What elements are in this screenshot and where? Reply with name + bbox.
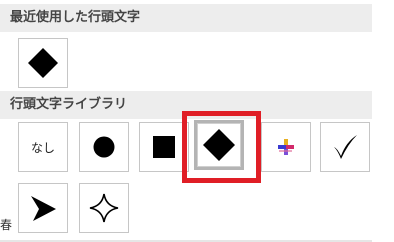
bullet-four-point-star[interactable] [79, 183, 129, 233]
bullet-arrowhead[interactable] [18, 183, 68, 233]
bullet-none-label: なし [30, 140, 55, 155]
bullet-color-cross[interactable] [261, 122, 311, 172]
bullet-check-mark[interactable] [320, 122, 370, 172]
selection-highlight-box [182, 111, 261, 183]
bullet-none[interactable]: なし [18, 122, 68, 172]
black-circle-icon [93, 136, 115, 158]
background-text-fragment: 春 [0, 218, 13, 232]
black-square-icon [153, 136, 175, 158]
arrowhead-icon [31, 196, 56, 221]
check-mark-icon [334, 135, 357, 159]
document-background [372, 0, 394, 242]
recent-bullet-diamond[interactable] [18, 38, 68, 88]
color-cross-icon [278, 139, 294, 155]
recent-bullets-header: 最近使用した行頭文字 [0, 4, 372, 32]
black-diamond-icon [28, 48, 58, 78]
bullet-circle[interactable] [79, 122, 129, 172]
four-point-star-icon [89, 193, 119, 223]
